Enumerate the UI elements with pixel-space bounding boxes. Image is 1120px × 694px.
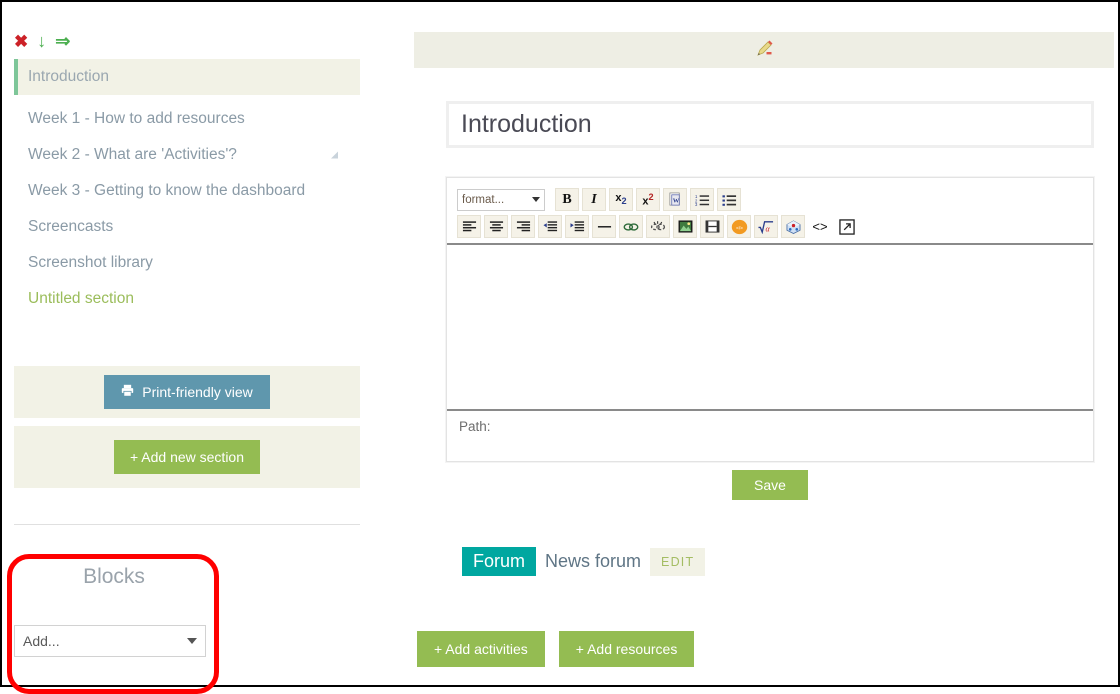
print-button-row: Print-friendly view	[14, 366, 360, 418]
delete-section-icon[interactable]: ✖	[14, 33, 28, 50]
section-edit-bar	[414, 32, 1114, 68]
printer-icon	[121, 384, 134, 400]
format-select-value: format...	[462, 193, 505, 206]
sidebar-item-label: Week 3 - Getting to know the dashboard	[28, 182, 306, 199]
editor-content-area[interactable]	[447, 243, 1093, 411]
sidebar-item-introduction[interactable]: Introduction	[14, 59, 360, 95]
editor-path-bar: Path:	[447, 411, 1093, 441]
unordered-list-icon[interactable]	[717, 188, 741, 211]
section-action-toolbar: ✖ ↓ ⇒	[14, 32, 70, 50]
news-forum-link[interactable]: News forum	[545, 551, 641, 572]
path-label: Path:	[459, 418, 491, 434]
pencil-icon[interactable]	[754, 39, 774, 62]
save-button[interactable]: Save	[732, 470, 808, 500]
move-right-icon[interactable]: ⇒	[55, 32, 70, 50]
unlink-icon[interactable]	[646, 215, 670, 238]
forum-activity-row: Forum News forum EDIT	[462, 547, 706, 576]
svg-text:</>: </>	[735, 225, 742, 231]
align-center-icon[interactable]	[484, 215, 508, 238]
format-select[interactable]: format...	[457, 188, 545, 211]
course-sidebar: ✖ ↓ ⇒ Introduction Week 1 - How to add r…	[2, 2, 362, 694]
sidebar-item-week-1[interactable]: Week 1 - How to add resources	[14, 101, 360, 137]
move-down-icon[interactable]: ↓	[37, 32, 46, 50]
add-activities-button[interactable]: + Add activities	[417, 631, 545, 667]
save-button-row: Save	[446, 470, 1094, 500]
chevron-down-icon	[532, 197, 540, 202]
html-source-icon[interactable]: <>	[808, 215, 832, 238]
svg-text:α: α	[766, 224, 771, 233]
sidebar-item-label: Screenshot library	[28, 254, 153, 271]
sidebar-item-screencasts[interactable]: Screencasts	[14, 209, 360, 245]
blocks-add-select-value: Add...	[23, 633, 60, 649]
sidebar-item-label: Introduction	[28, 68, 109, 85]
sidebar-item-week-2[interactable]: Week 2 - What are 'Activities'?	[14, 137, 360, 173]
print-button-label: Print-friendly view	[142, 384, 253, 400]
add-section-button-row: + Add new section	[14, 426, 360, 488]
editor-toolbar-row-2: </> α <>	[447, 211, 1093, 243]
insert-link-icon[interactable]	[619, 215, 643, 238]
blocks-add-select-wrapper: Add...	[14, 625, 206, 657]
sidebar-item-label: Untitled section	[28, 290, 134, 307]
fullscreen-icon[interactable]	[835, 215, 859, 238]
sidebar-divider	[14, 524, 360, 525]
resize-handle-icon[interactable]	[331, 151, 338, 159]
horizontal-rule-icon[interactable]	[592, 215, 616, 238]
forum-edit-button[interactable]: EDIT	[650, 547, 706, 576]
italic-icon[interactable]: I	[582, 188, 606, 211]
forum-type-badge: Forum	[462, 547, 537, 576]
section-title-field-wrapper	[446, 101, 1094, 148]
section-list: Introduction Week 1 - How to add resourc…	[14, 59, 360, 317]
rich-text-editor: format... B I x2 x2 W 123 </> α <> Path:	[446, 177, 1094, 462]
sidebar-item-screenshot-library[interactable]: Screenshot library	[14, 245, 360, 281]
indent-icon[interactable]	[565, 215, 589, 238]
ordered-list-icon[interactable]: 123	[690, 188, 714, 211]
sidebar-item-untitled-section[interactable]: Untitled section	[14, 281, 360, 317]
insert-media-icon[interactable]	[700, 215, 724, 238]
paste-from-word-icon[interactable]: W	[663, 188, 687, 211]
editor-toolbar-row-1: format... B I x2 x2 W 123	[447, 178, 1093, 211]
align-right-icon[interactable]	[511, 215, 535, 238]
bold-icon[interactable]: B	[555, 188, 579, 211]
add-resources-button[interactable]: + Add resources	[558, 631, 695, 667]
outdent-icon[interactable]	[538, 215, 562, 238]
svg-text:3: 3	[695, 202, 698, 207]
sidebar-item-label: Week 1 - How to add resources	[28, 110, 245, 127]
embed-code-icon[interactable]: </>	[727, 215, 751, 238]
svg-text:W: W	[672, 197, 679, 204]
sidebar-item-week-3[interactable]: Week 3 - Getting to know the dashboard	[14, 173, 360, 209]
blocks-panel: Blocks Add...	[14, 547, 214, 657]
subscript-icon[interactable]: x2	[609, 188, 633, 211]
add-buttons-row: + Add activities + Add resources	[417, 631, 695, 667]
sidebar-item-label: Screencasts	[28, 218, 114, 235]
align-left-icon[interactable]	[457, 215, 481, 238]
blocks-title: Blocks	[83, 565, 145, 588]
insert-image-icon[interactable]	[673, 215, 697, 238]
chemistry-editor-icon[interactable]	[781, 215, 805, 238]
sidebar-item-label: Week 2 - What are 'Activities'?	[28, 146, 237, 163]
chevron-down-icon	[187, 638, 197, 644]
blocks-add-select[interactable]: Add...	[14, 625, 206, 657]
add-new-section-button[interactable]: + Add new section	[113, 440, 261, 474]
section-title-input[interactable]	[449, 104, 1091, 145]
equation-editor-icon[interactable]: α	[754, 215, 778, 238]
superscript-icon[interactable]: x2	[636, 188, 660, 211]
main-content: format... B I x2 x2 W 123	[362, 2, 1118, 685]
print-friendly-view-button[interactable]: Print-friendly view	[104, 375, 270, 409]
